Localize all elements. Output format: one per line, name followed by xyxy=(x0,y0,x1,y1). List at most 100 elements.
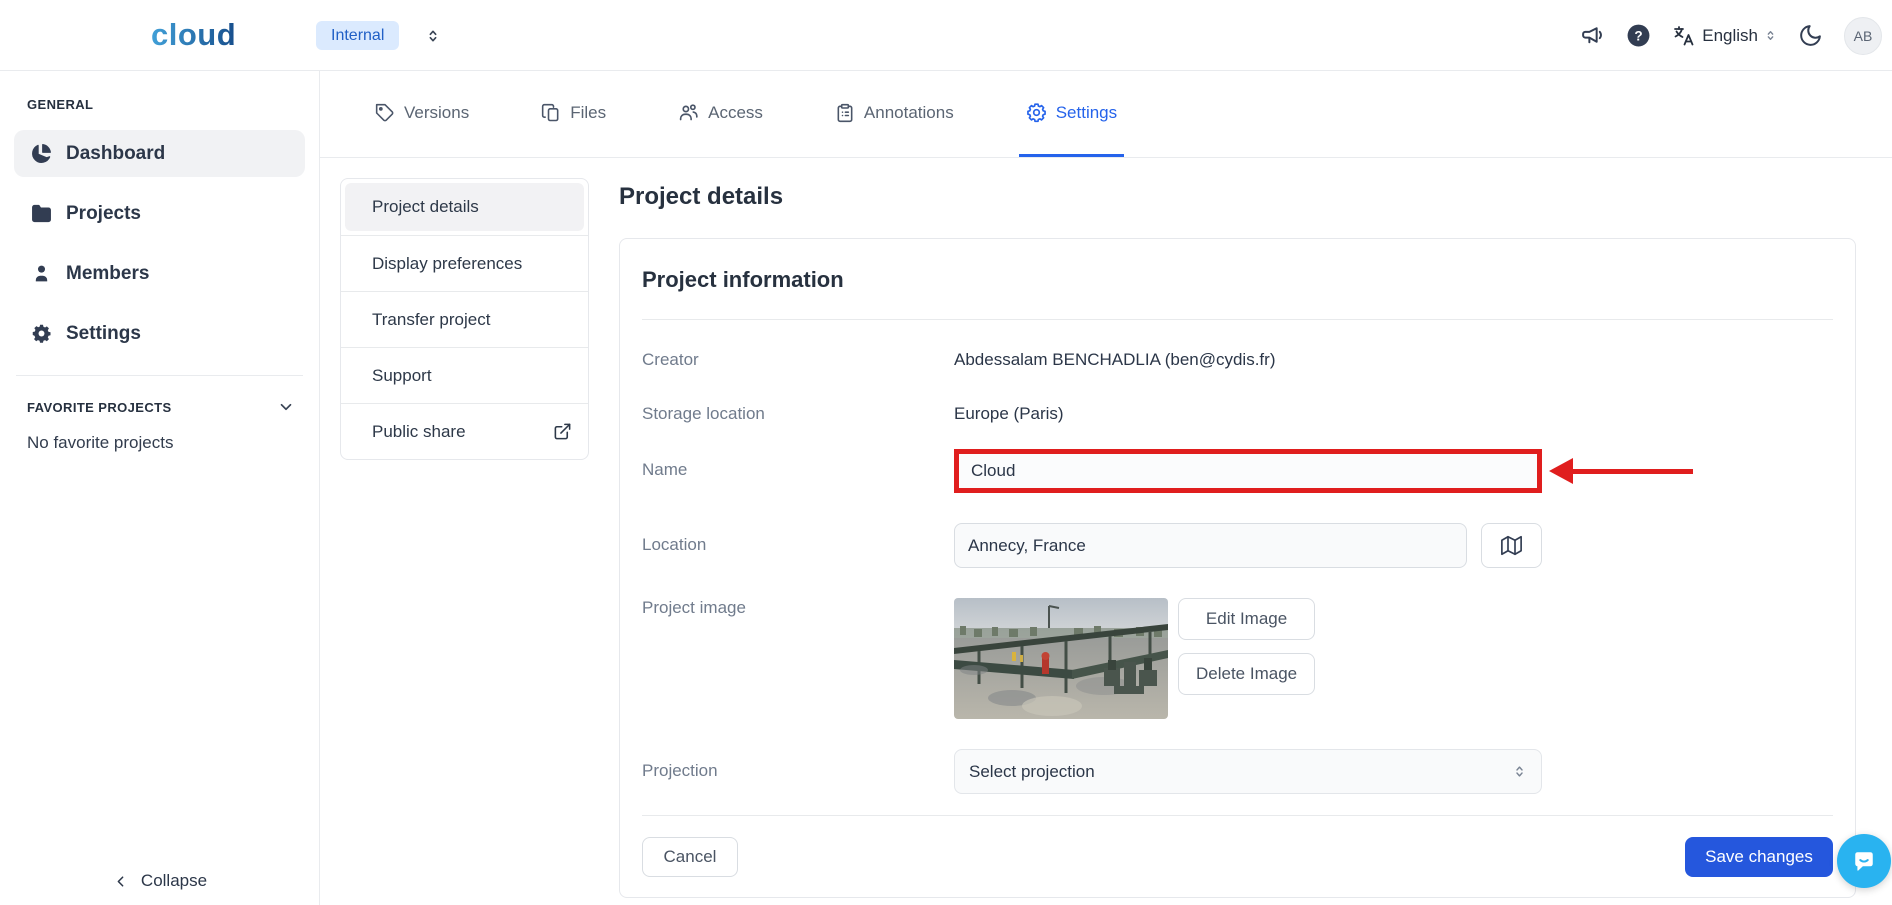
creator-value: Abdessalam BENCHADLIA (ben@cydis.fr) xyxy=(954,350,1275,370)
location-input[interactable] xyxy=(954,523,1467,568)
creator-label: Creator xyxy=(642,350,954,370)
cancel-button[interactable]: Cancel xyxy=(642,837,738,877)
chevron-down-icon xyxy=(277,398,295,416)
person-icon xyxy=(31,263,52,284)
settings-nav: Project details Display preferences Tran… xyxy=(340,178,589,460)
storage-location-value: Europe (Paris) xyxy=(954,404,1064,424)
workspace-switcher-chevrons-icon[interactable] xyxy=(425,27,441,45)
tab-files[interactable]: Files xyxy=(534,71,613,157)
open-map-button[interactable] xyxy=(1481,523,1542,568)
card-divider xyxy=(642,319,1833,320)
gear-icon xyxy=(31,323,52,344)
language-label: English xyxy=(1702,26,1758,46)
chevron-left-icon xyxy=(112,873,129,890)
settings-nav-support[interactable]: Support xyxy=(341,347,588,403)
tab-label: Settings xyxy=(1056,103,1117,123)
sidebar-item-members[interactable]: Members xyxy=(14,250,305,297)
settings-nav-transfer-project[interactable]: Transfer project xyxy=(341,291,588,347)
location-row: Location xyxy=(642,523,1833,568)
tab-label: Annotations xyxy=(864,103,954,123)
project-image-row: Project image xyxy=(642,598,1833,719)
card-title: Project information xyxy=(642,267,1833,293)
settings-nav-project-details[interactable]: Project details xyxy=(341,179,588,235)
project-information-card: Project information Creator Abdessalam B… xyxy=(619,238,1856,898)
sidebar-item-label: Members xyxy=(66,263,149,285)
tab-annotations[interactable]: Annotations xyxy=(828,71,961,157)
name-row: Name xyxy=(642,449,1833,493)
page-title: Project details xyxy=(619,183,1856,211)
tab-versions[interactable]: Versions xyxy=(368,71,476,157)
tab-label: Versions xyxy=(404,103,469,123)
main-content: Versions Files Access Annotations Settin… xyxy=(320,71,1892,905)
settings-nav-label: Display preferences xyxy=(372,254,522,274)
sidebar-item-settings[interactable]: Settings xyxy=(14,310,305,357)
projection-select-value: Select projection xyxy=(969,762,1095,782)
svg-text:?: ? xyxy=(1635,28,1643,43)
sidebar-item-dashboard[interactable]: Dashboard xyxy=(14,130,305,177)
name-label: Name xyxy=(642,449,954,493)
chat-bubble-icon xyxy=(1850,847,1878,875)
storage-location-row: Storage location Europe (Paris) xyxy=(642,404,1833,424)
project-image-thumbnail xyxy=(954,598,1168,719)
people-icon xyxy=(678,102,699,123)
sidebar-item-label: Dashboard xyxy=(66,143,165,165)
edit-image-button[interactable]: Edit Image xyxy=(1178,598,1315,640)
location-label: Location xyxy=(642,523,954,568)
map-icon xyxy=(1501,535,1522,556)
select-chevrons-icon xyxy=(1512,763,1527,780)
dark-mode-moon-icon[interactable] xyxy=(1798,23,1823,48)
sidebar-item-label: Projects xyxy=(66,203,141,225)
projection-label: Projection xyxy=(642,749,954,794)
annotation-arrow xyxy=(1549,458,1693,484)
favorites-empty-text: No favorite projects xyxy=(27,433,319,453)
sidebar-item-label: Settings xyxy=(66,323,141,345)
favorite-projects-title: FAVORITE PROJECTS xyxy=(27,400,172,415)
app-logo[interactable]: cloud xyxy=(151,17,236,53)
sidebar-collapse-button[interactable]: Collapse xyxy=(0,871,319,891)
sidebar-divider xyxy=(16,375,303,376)
settings-nav-label: Public share xyxy=(372,422,466,442)
pie-chart-icon xyxy=(31,143,52,164)
gear-icon xyxy=(1026,102,1047,123)
sidebar: GENERAL Dashboard Projects Members Setti… xyxy=(0,71,320,905)
name-highlight-frame xyxy=(954,449,1542,493)
workspace-badge[interactable]: Internal xyxy=(316,21,399,50)
settings-nav-display-preferences[interactable]: Display preferences xyxy=(341,235,588,291)
arrow-shaft xyxy=(1573,469,1693,474)
favorite-projects-header[interactable]: FAVORITE PROJECTS xyxy=(27,398,295,416)
sidebar-section-general: GENERAL xyxy=(27,97,319,112)
tag-icon xyxy=(375,103,395,123)
folder-icon xyxy=(31,203,52,224)
collapse-label: Collapse xyxy=(141,871,207,891)
projection-select[interactable]: Select projection xyxy=(954,749,1542,794)
sidebar-item-projects[interactable]: Projects xyxy=(14,190,305,237)
delete-image-button[interactable]: Delete Image xyxy=(1178,653,1315,695)
user-avatar[interactable]: AB xyxy=(1844,17,1882,55)
arrow-head xyxy=(1549,458,1573,484)
tab-access[interactable]: Access xyxy=(671,71,770,157)
storage-location-label: Storage location xyxy=(642,404,954,424)
files-icon xyxy=(541,103,561,123)
settings-nav-label: Support xyxy=(372,366,432,386)
translate-icon xyxy=(1672,24,1696,48)
settings-nav-label: Project details xyxy=(372,197,479,217)
project-name-input[interactable] xyxy=(959,454,1537,488)
chat-launcher-button[interactable] xyxy=(1837,834,1891,888)
settings-nav-public-share[interactable]: Public share xyxy=(341,403,588,459)
tab-label: Files xyxy=(570,103,606,123)
tab-settings[interactable]: Settings xyxy=(1019,71,1124,157)
tab-label: Access xyxy=(708,103,763,123)
settings-nav-label: Transfer project xyxy=(372,310,490,330)
language-chevrons-icon xyxy=(1764,28,1777,43)
language-selector[interactable]: English xyxy=(1672,24,1777,48)
announcements-megaphone-icon[interactable] xyxy=(1580,23,1605,48)
external-link-icon xyxy=(553,422,572,441)
project-tabs: Versions Files Access Annotations Settin… xyxy=(320,71,1892,158)
topbar: cloud Internal ? English AB xyxy=(0,0,1892,71)
clipboard-icon xyxy=(835,103,855,123)
projection-row: Projection Select projection xyxy=(642,749,1833,794)
save-changes-button[interactable]: Save changes xyxy=(1685,837,1833,877)
help-icon[interactable]: ? xyxy=(1626,23,1651,48)
creator-row: Creator Abdessalam BENCHADLIA (ben@cydis… xyxy=(642,350,1833,370)
project-image-label: Project image xyxy=(642,598,954,719)
